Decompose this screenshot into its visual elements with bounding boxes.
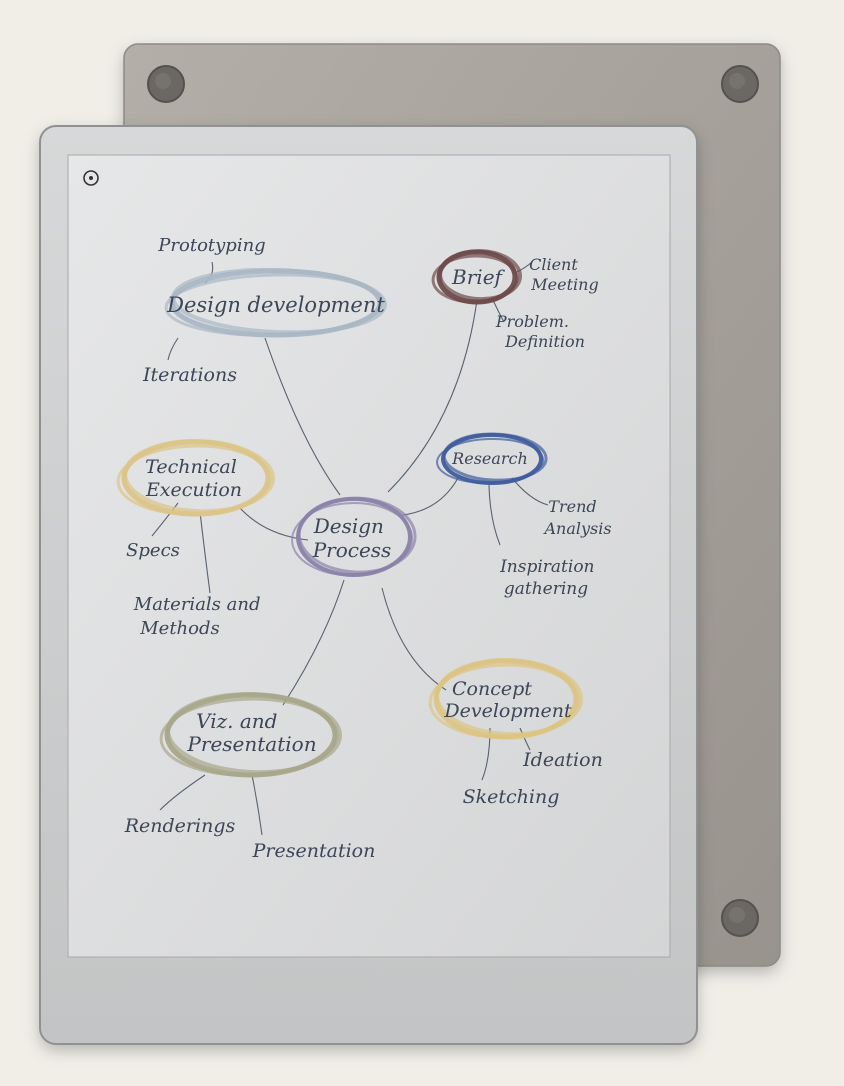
leaf-prototyping: Prototyping	[157, 235, 265, 256]
leaf-specs: Specs	[126, 540, 180, 561]
tablet-product-photo: Design Process Design development Brief …	[39, 43, 781, 1045]
leaf-ideation: Ideation	[522, 749, 603, 771]
node-design-dev-label: Design development	[166, 293, 385, 317]
node-technical-label: Technical Execution	[145, 456, 243, 501]
leaf-presentation: Presentation	[252, 840, 376, 862]
node-brief-label: Brief	[451, 265, 505, 289]
tablet-front	[39, 125, 698, 1045]
leaf-sketching: Sketching	[463, 786, 560, 808]
leaf-problem-definition: Problem. Definition	[495, 312, 585, 351]
node-center-label: Design Process	[312, 514, 392, 562]
leaf-renderings: Renderings	[124, 815, 236, 837]
leaf-iterations: Iterations	[142, 364, 237, 386]
node-research-label: Research	[451, 449, 528, 468]
